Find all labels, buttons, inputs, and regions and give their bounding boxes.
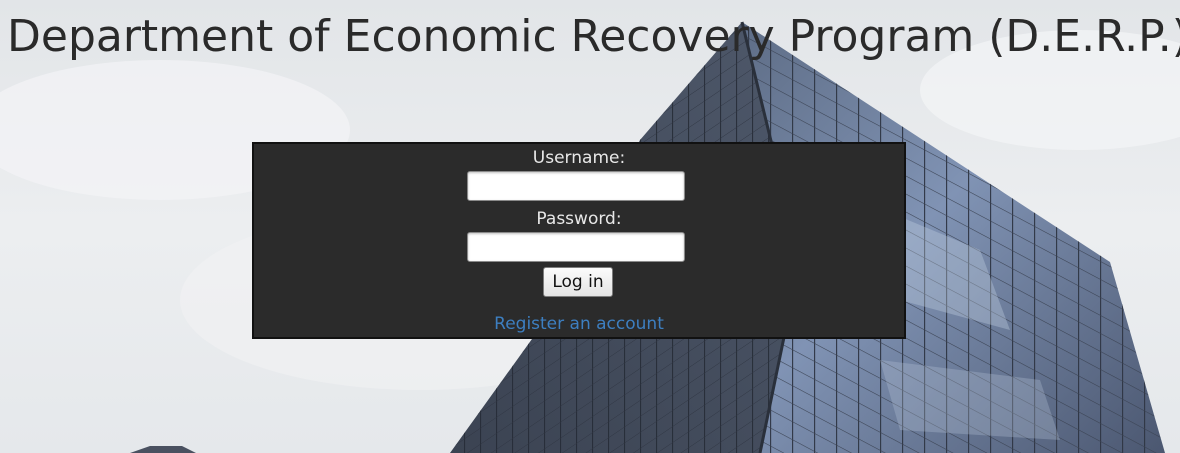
login-button[interactable]: Log in bbox=[543, 267, 613, 297]
username-label: Username: bbox=[532, 148, 626, 168]
password-label: Password: bbox=[536, 209, 622, 229]
register-account-link[interactable]: Register an account bbox=[254, 314, 904, 334]
login-form: Username: Password: Log in Register an a… bbox=[252, 142, 906, 339]
username-input[interactable] bbox=[467, 171, 685, 201]
password-input[interactable] bbox=[467, 232, 685, 262]
page-title: Department of Economic Recovery Program … bbox=[7, 11, 1180, 62]
